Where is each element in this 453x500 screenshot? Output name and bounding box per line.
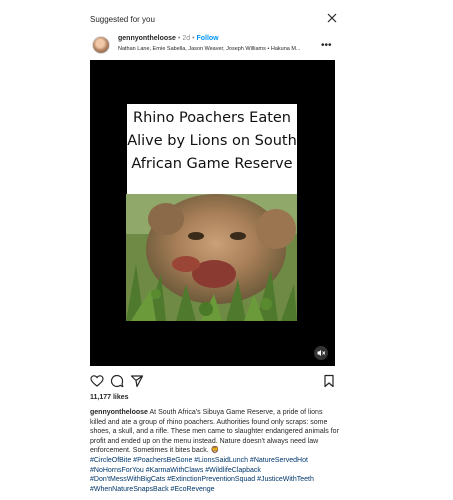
music-attribution[interactable]: Nathan Lane, Ernie Sabella, Jason Weaver… [118, 46, 301, 52]
comment-icon[interactable] [110, 374, 124, 388]
more-options-icon[interactable]: ••• [321, 40, 332, 51]
media-title: Rhino Poachers Eaten Alive by Lions on S… [127, 110, 297, 172]
post-caption: gennyontheloose At South Africa's Sibuya… [90, 408, 340, 494]
hashtags-line-4[interactable]: #WhenNatureSnapsBack #EcoRevenge [90, 486, 215, 493]
lioness-photo [126, 194, 297, 321]
speaker-muted-icon[interactable] [314, 346, 328, 360]
suggested-header: Suggested for you [0, 0, 453, 38]
hashtags-line-2[interactable]: #NoHornsForYou #KarmaWithClaws #Wildlife… [90, 467, 261, 474]
hashtags-line-1[interactable]: #CircleOfBite #PoachersBeGone #LionsSaid… [90, 457, 308, 464]
separator-dot-2: • [192, 35, 195, 42]
suggested-label: Suggested for you [90, 15, 155, 24]
separator-dot: • [177, 35, 181, 42]
hashtags-line-3[interactable]: #Don'tMessWithBigCats #ExtinctionPrevent… [90, 476, 314, 483]
bookmark-icon[interactable] [322, 374, 336, 388]
heart-icon[interactable] [90, 374, 104, 388]
username-link[interactable]: gennyontheloose [118, 35, 176, 42]
post-meta: gennyontheloose • 2d • Follow [118, 35, 219, 42]
media-title-box: Rhino Poachers Eaten Alive by Lions on S… [127, 104, 297, 198]
post-age: 2d [182, 35, 191, 42]
action-bar [90, 374, 335, 390]
post-header: gennyontheloose • 2d • Follow Nathan Lan… [90, 34, 335, 58]
follow-button[interactable]: Follow [196, 35, 218, 42]
close-icon[interactable] [326, 12, 338, 24]
avatar[interactable] [92, 36, 110, 54]
likes-count[interactable]: 11,177 likes [90, 394, 129, 401]
caption-username[interactable]: gennyontheloose [90, 409, 148, 416]
send-icon[interactable] [130, 374, 144, 388]
